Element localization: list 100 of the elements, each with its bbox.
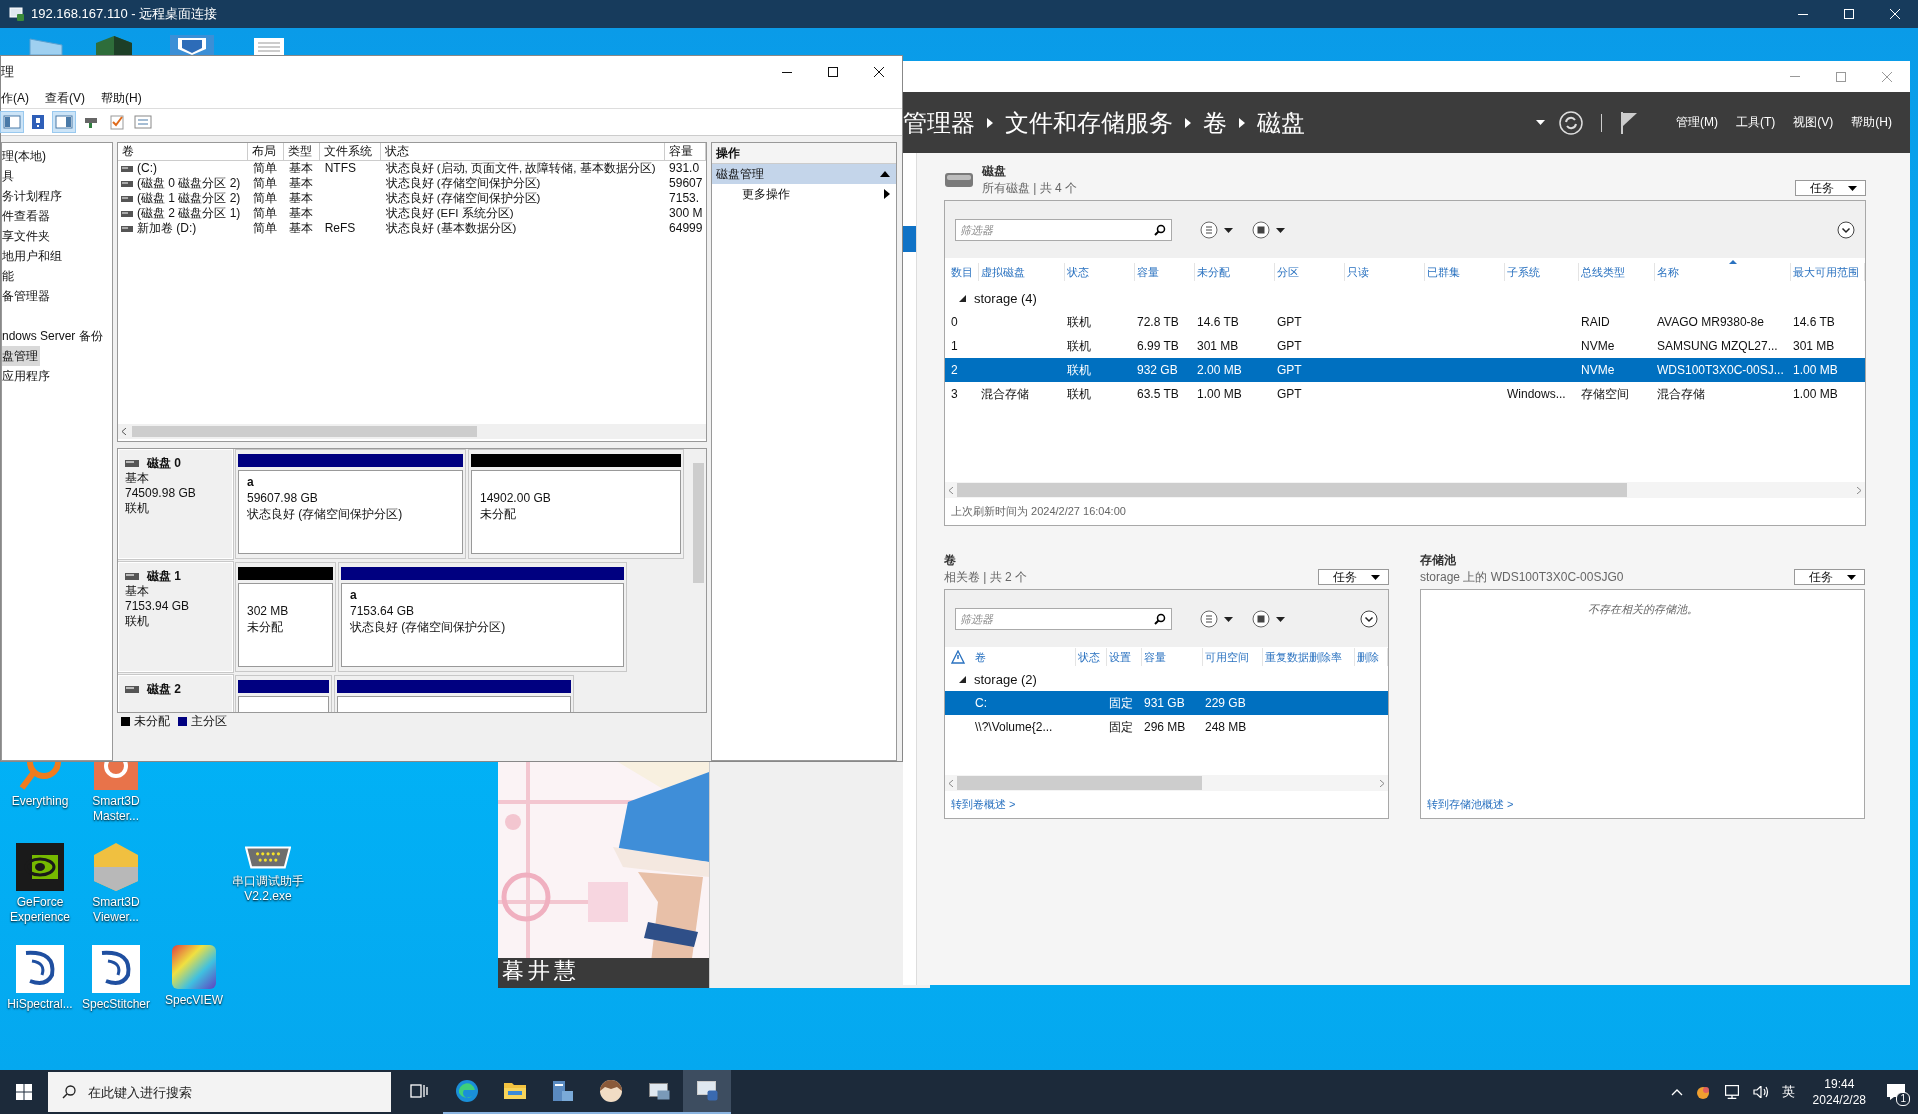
action-item[interactable]: 更多操作 bbox=[712, 184, 896, 204]
column-header[interactable]: 状态 bbox=[1076, 648, 1107, 666]
column-header[interactable]: 容量 bbox=[1135, 263, 1195, 281]
shield-icon[interactable] bbox=[170, 35, 214, 55]
tree-item[interactable]: 应用程序 bbox=[2, 366, 52, 386]
overview-link[interactable]: 转到存储池概述 > bbox=[1421, 791, 1864, 818]
partition-block[interactable]: 14902.00 GB 未分配 bbox=[468, 449, 684, 559]
column-header[interactable]: 容量 bbox=[1142, 648, 1203, 666]
table-row[interactable]: C: 固定 931 GB 229 GB bbox=[945, 691, 1388, 715]
chevron-up-icon[interactable] bbox=[1670, 1088, 1683, 1096]
tree-item[interactable]: 能 bbox=[2, 266, 16, 286]
panel-icon[interactable] bbox=[1, 112, 23, 132]
column-header[interactable]: 类型 bbox=[284, 143, 320, 160]
column-header[interactable]: 可用空间 bbox=[1203, 648, 1263, 666]
refresh-icon[interactable] bbox=[1559, 110, 1583, 135]
tree-item[interactable]: 具 bbox=[2, 166, 16, 186]
breadcrumb-item[interactable]: 磁盘 bbox=[1257, 106, 1305, 139]
column-header[interactable]: 状态 bbox=[381, 143, 665, 160]
save-options-button[interactable] bbox=[1252, 220, 1286, 239]
column-header[interactable]: 只读 bbox=[1345, 263, 1425, 281]
column-header[interactable]: 子系统 bbox=[1505, 263, 1579, 281]
partition-block[interactable]: a 59607.98 GB 状态良好 (存储空间保护分区) bbox=[235, 449, 466, 559]
expand-button[interactable] bbox=[1837, 220, 1855, 239]
menu-item[interactable]: 作(A) bbox=[1, 89, 29, 107]
scroll-left-icon[interactable] bbox=[949, 486, 953, 494]
column-header[interactable]: 删除 bbox=[1355, 648, 1388, 666]
table-row[interactable]: 1 联机 6.99 TB 301 MB GPT NVMe SAMSUNG MZQL27... 301 MB bbox=[945, 334, 1865, 358]
tree-item[interactable]: 地用户和组 bbox=[2, 246, 64, 266]
list-options-button[interactable] bbox=[1200, 220, 1234, 239]
table-row[interactable]: 3 混合存储 联机 63.5 TB 1.00 MB GPT Windows... 存储空间 混合存储 1.00 MB bbox=[945, 382, 1865, 406]
tree-item[interactable]: 理(本地) bbox=[2, 146, 48, 166]
scroll-right-icon[interactable] bbox=[1380, 779, 1384, 787]
search-field[interactable]: 在此键入进行搜索 bbox=[48, 1072, 391, 1112]
taskbar-button[interactable] bbox=[683, 1070, 731, 1114]
table-cell-text: 248 MB bbox=[1204, 720, 1248, 734]
column-header[interactable]: 重复数据删除率 bbox=[1263, 648, 1355, 666]
document-icon[interactable] bbox=[252, 35, 286, 55]
menu-item[interactable]: 帮助(H) bbox=[101, 89, 142, 107]
overview-link[interactable]: 转到卷概述 > bbox=[945, 791, 1388, 818]
column-header[interactable]: 最大可用范围 bbox=[1791, 263, 1865, 281]
tree-item[interactable]: 件查看器 bbox=[2, 206, 52, 226]
tree-item[interactable]: 务计划程序 bbox=[2, 186, 64, 206]
tree-item[interactable]: 备管理器 bbox=[2, 286, 52, 306]
list-options-button[interactable] bbox=[1200, 609, 1234, 628]
expand-button[interactable] bbox=[1360, 609, 1378, 628]
column-header[interactable]: 卷 bbox=[118, 143, 248, 160]
column-header[interactable]: 布局 bbox=[248, 143, 284, 160]
table-cell-text: 931 GB bbox=[1143, 696, 1186, 710]
menu-item[interactable]: 帮助(H) bbox=[1851, 114, 1892, 131]
table-row[interactable]: 0 联机 72.8 TB 14.6 TB GPT RAID AVAGO MR9380-8e 14.6 TB bbox=[945, 310, 1865, 334]
table-row[interactable]: 2 联机 932 GB 2.00 MB GPT NVMe WDS100T3X0C-00SJ... 1.00 MB bbox=[945, 358, 1865, 382]
search-field[interactable]: 筛选器 bbox=[955, 218, 1172, 241]
partition-block[interactable]: 302 MB 未分配 bbox=[235, 562, 336, 672]
network-icon[interactable] bbox=[1724, 1085, 1739, 1099]
column-header[interactable]: 状态 bbox=[1065, 263, 1135, 281]
tasks-button[interactable]: 任务 bbox=[1318, 569, 1389, 585]
horizontal-scrollbar[interactable] bbox=[945, 775, 1388, 791]
column-header[interactable]: 容量 bbox=[665, 143, 706, 160]
input-method-indicator[interactable]: 英 bbox=[1781, 1083, 1795, 1101]
column-header[interactable]: 总线类型 bbox=[1579, 263, 1655, 281]
save-options-button[interactable] bbox=[1252, 609, 1286, 628]
collapse-icon[interactable] bbox=[959, 675, 966, 683]
scroll-right-icon[interactable] bbox=[1857, 486, 1861, 494]
flag-icon[interactable] bbox=[1620, 111, 1638, 134]
volume-icon[interactable] bbox=[1752, 1086, 1769, 1098]
tasks-button[interactable]: 任务 bbox=[1795, 180, 1866, 196]
column-header[interactable]: 未分配 bbox=[1195, 263, 1275, 281]
horizontal-scrollbar[interactable] bbox=[118, 424, 706, 439]
clock[interactable]: 19:44 2024/2/28 bbox=[1812, 1076, 1866, 1108]
column-header[interactable]: 虚拟磁盘 bbox=[979, 263, 1065, 281]
scroll-left-icon[interactable] bbox=[122, 428, 126, 435]
menu-item[interactable]: 工具(T) bbox=[1736, 114, 1776, 131]
breadcrumb-item[interactable]: 文件和存储服务 bbox=[1005, 106, 1173, 139]
column-header[interactable]: 分区 bbox=[1275, 263, 1345, 281]
partition-block[interactable]: a 7153.64 GB 状态良好 (存储空间保护分区) bbox=[338, 562, 627, 672]
menu-item[interactable]: 视图(V) bbox=[1793, 114, 1834, 131]
caret-icon[interactable] bbox=[1536, 120, 1545, 125]
scroll-left-icon[interactable] bbox=[949, 779, 953, 787]
tree-item[interactable]: 盘管理 bbox=[2, 346, 40, 366]
breadcrumb-item[interactable]: 管理器 bbox=[903, 106, 975, 139]
table-row[interactable]: \\?\Volume{2... 固定 296 MB 248 MB bbox=[945, 715, 1388, 739]
column-header[interactable]: 数目 bbox=[949, 263, 979, 281]
notification-button[interactable]: 1 bbox=[1874, 1070, 1918, 1114]
collapse-icon[interactable] bbox=[959, 294, 966, 302]
panel-icon[interactable] bbox=[53, 112, 75, 132]
menu-item[interactable]: 查看(V) bbox=[45, 89, 85, 107]
horizontal-scrollbar[interactable] bbox=[945, 482, 1865, 498]
checklist-icon[interactable] bbox=[107, 112, 127, 132]
tree-item[interactable]: 享文件夹 bbox=[2, 226, 52, 246]
tasks-button[interactable]: 任务 bbox=[1794, 569, 1865, 585]
column-header[interactable]: 卷 bbox=[973, 648, 1076, 666]
menu-item[interactable]: 管理(M) bbox=[1676, 114, 1718, 131]
search-field[interactable]: 筛选器 bbox=[955, 607, 1172, 630]
app-tray-icon[interactable] bbox=[1696, 1085, 1711, 1099]
column-header[interactable]: 已群集 bbox=[1425, 263, 1505, 281]
column-header[interactable]: 文件系统 bbox=[320, 143, 381, 160]
breadcrumb-item[interactable]: 卷 bbox=[1203, 106, 1227, 139]
action-item[interactable]: 磁盘管理 bbox=[712, 164, 896, 184]
column-header[interactable]: 设置 bbox=[1107, 648, 1142, 666]
tree-item[interactable]: ndows Server 备份 bbox=[2, 326, 105, 346]
